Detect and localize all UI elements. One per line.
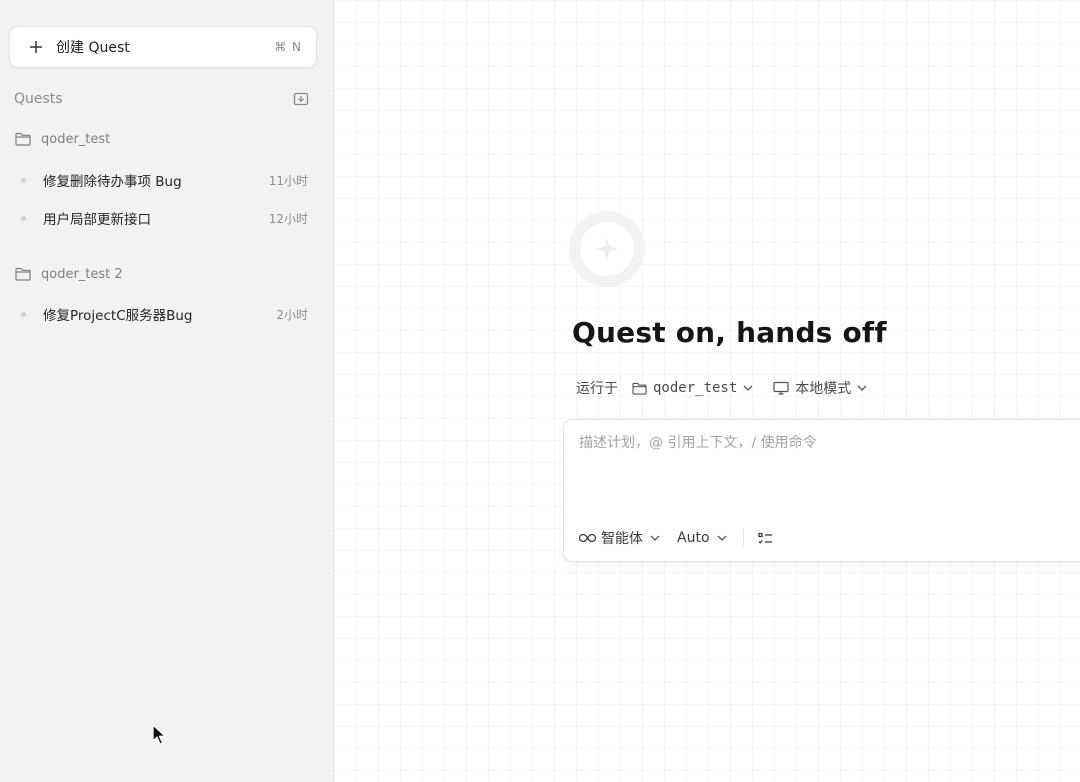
folder-name: qoder_test 2	[41, 266, 123, 282]
quest-title: 修复删除待办事项 Bug	[43, 174, 182, 190]
folder-qoder-test-2[interactable]: qoder_test 2	[15, 264, 311, 284]
workspace-selector[interactable]: qoder_test	[632, 380, 753, 396]
app-logo	[569, 211, 645, 287]
quest-item[interactable]: 修复删除待办事项 Bug 11小时	[10, 164, 316, 196]
chevron-down-icon	[650, 535, 660, 541]
import-icon[interactable]	[292, 90, 310, 108]
mouse-cursor-icon	[152, 724, 166, 745]
status-dot	[21, 311, 26, 317]
composer: 智能体 Auto	[563, 419, 1080, 562]
run-label: 运行于	[576, 381, 618, 397]
workspace-name: qoder_test	[653, 380, 738, 396]
model-label: Auto	[677, 530, 710, 546]
quest-time: 2小时	[276, 307, 308, 322]
folder-qoder-test[interactable]: qoder_test	[15, 129, 311, 149]
quest-title: 用户局部更新接口	[43, 212, 151, 228]
checklist-icon	[757, 532, 773, 545]
quests-section-header: Quests	[14, 89, 310, 109]
status-dot	[21, 177, 26, 183]
folder-name: qoder_test	[41, 131, 111, 147]
new-quest-shortcut: ⌘ N	[274, 40, 302, 54]
model-selector[interactable]: Auto	[677, 530, 727, 546]
quest-time: 11小时	[268, 173, 308, 188]
agent-selector[interactable]: 智能体	[579, 528, 660, 548]
folder-icon	[632, 382, 647, 395]
status-dot	[21, 215, 26, 221]
composer-toolbar: 智能体 Auto	[579, 527, 773, 549]
quest-item[interactable]: 修复ProjectC服务器Bug 2小时	[10, 298, 316, 330]
sidebar: 创建 Quest ⌘ N Quests qoder_test 修复删除待办事项 …	[0, 0, 334, 782]
checklist-button[interactable]	[757, 532, 773, 545]
new-quest-button[interactable]: 创建 Quest ⌘ N	[9, 26, 317, 68]
run-context-row: 运行于 qoder_test 本地模式	[576, 378, 867, 398]
chevron-down-icon	[857, 385, 867, 391]
monitor-icon	[773, 381, 789, 395]
infinity-icon	[579, 533, 596, 543]
folder-icon	[15, 132, 31, 146]
mode-name: 本地模式	[795, 381, 852, 397]
chevron-down-icon	[717, 535, 727, 541]
sparkle-icon	[596, 238, 618, 260]
toolbar-divider	[742, 529, 744, 547]
chevron-down-icon	[743, 385, 753, 391]
page-title: Quest on, hands off	[572, 316, 887, 349]
agent-label: 智能体	[601, 531, 643, 547]
quest-item[interactable]: 用户局部更新接口 12小时	[10, 202, 316, 234]
new-quest-label: 创建 Quest	[56, 40, 130, 56]
mode-selector[interactable]: 本地模式	[773, 378, 867, 398]
folder-icon	[15, 267, 31, 281]
quests-section-title: Quests	[14, 91, 63, 107]
quest-time: 12小时	[268, 211, 308, 226]
app-logo-inner	[579, 221, 635, 277]
plus-icon	[28, 40, 44, 54]
prompt-input[interactable]	[579, 432, 1079, 492]
quest-title: 修复ProjectC服务器Bug	[43, 308, 193, 324]
